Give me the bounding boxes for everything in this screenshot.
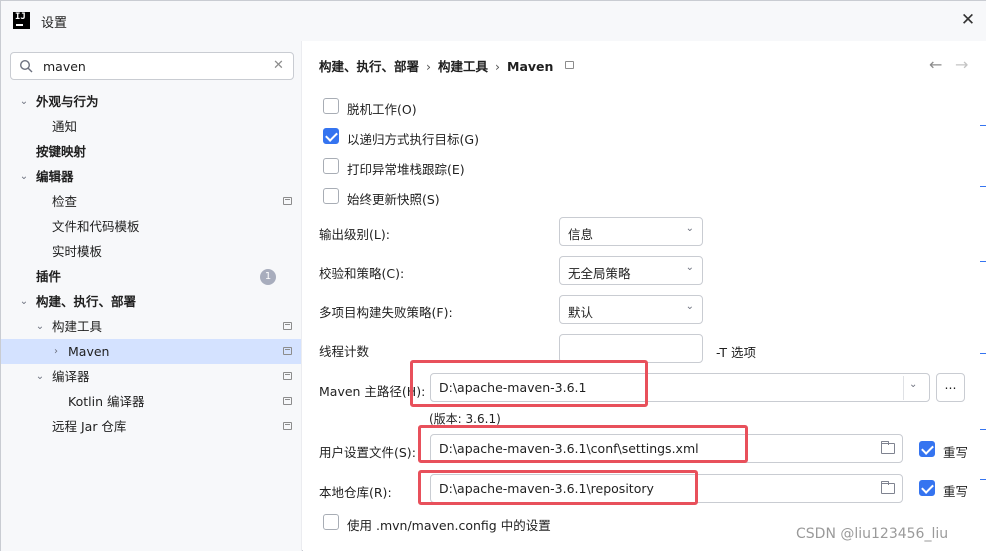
thread-count-input[interactable] <box>559 334 703 363</box>
chevron-down-icon[interactable]: ⌄ <box>909 379 917 390</box>
search-input[interactable]: maven ✕ <box>10 52 294 80</box>
tree-item-notifications[interactable]: 通知 <box>1 114 301 139</box>
watermark: CSDN @liu123456_liu <box>796 526 949 542</box>
settings-window: IJ 设置 ✕ maven ✕ ⌄ 外观与行为 通知 按键映射 ⌄ 编辑器 检查 <box>0 0 986 551</box>
highlight-box <box>418 470 698 505</box>
chevron-down-icon[interactable]: ⌄ <box>33 364 47 389</box>
chevron-down-icon: ⌄ <box>685 223 694 234</box>
chevron-right-icon[interactable]: › <box>49 339 63 364</box>
search-value: maven <box>43 59 86 74</box>
app-logo-icon: IJ <box>13 12 30 29</box>
highlight-box <box>410 360 648 407</box>
tree-item-editor[interactable]: ⌄ 编辑器 <box>1 164 301 189</box>
tree-item-appearance[interactable]: ⌄ 外观与行为 <box>1 89 301 114</box>
project-level-icon <box>283 322 292 330</box>
thread-count-label: 线程计数 <box>319 344 370 359</box>
project-level-icon <box>565 61 574 69</box>
tree-item-file-templates[interactable]: 文件和代码模板 <box>1 214 301 239</box>
tree-item-remote-jar[interactable]: 远程 Jar 仓库 <box>1 414 301 439</box>
checkbox-box[interactable] <box>323 128 339 144</box>
folder-icon[interactable] <box>881 441 895 454</box>
project-level-icon <box>283 372 292 380</box>
chevron-down-icon[interactable]: ⌄ <box>33 314 47 339</box>
title-bar: IJ 设置 ✕ <box>1 1 986 41</box>
checkbox-box[interactable] <box>919 441 935 457</box>
tree-item-plugins[interactable]: 插件 1 <box>1 264 301 289</box>
folder-icon[interactable] <box>881 481 895 494</box>
chevron-down-icon[interactable]: ⌄ <box>17 89 31 114</box>
fail-policy-select[interactable]: 默认 ⌄ <box>559 295 703 324</box>
breadcrumb: 构建、执行、部署 › 构建工具 › Maven <box>319 59 554 74</box>
search-icon <box>19 59 33 73</box>
clear-icon[interactable]: ✕ <box>273 58 284 73</box>
project-level-icon <box>283 422 292 430</box>
checkbox-box[interactable] <box>323 98 339 114</box>
settings-content: 构建、执行、部署 › 构建工具 › Maven ← → 脱机工作(O) 以递归方式执行目… <box>303 41 986 551</box>
checkbox-box[interactable] <box>323 514 339 530</box>
forward-arrow-icon[interactable]: → <box>955 55 968 74</box>
checkbox-box[interactable] <box>323 158 339 174</box>
tree-item-kotlin-compiler[interactable]: Kotlin 编译器 <box>1 389 301 414</box>
local-repo-label: 本地仓库(R): <box>319 485 392 500</box>
fail-policy-label: 多项目构建失败策略(F): <box>319 305 453 320</box>
tree-item-inspections[interactable]: 检查 <box>1 189 301 214</box>
checkbox-box[interactable] <box>323 188 339 204</box>
tree-item-maven[interactable]: › Maven <box>1 339 301 364</box>
back-arrow-icon[interactable]: ← <box>929 55 942 74</box>
checksum-select[interactable]: 无全局策略 ⌄ <box>559 256 703 285</box>
tree-item-build-tools[interactable]: ⌄ 构建工具 <box>1 314 301 339</box>
chevron-down-icon[interactable]: ⌄ <box>17 164 31 189</box>
highlight-box <box>418 425 748 463</box>
checksum-label: 校验和策略(C): <box>319 266 405 281</box>
project-level-icon <box>283 347 292 355</box>
thread-count-hint: -T 选项 <box>716 345 756 360</box>
chevron-down-icon[interactable]: ⌄ <box>17 289 31 314</box>
tree-item-live-templates[interactable]: 实时模板 <box>1 239 301 264</box>
chevron-down-icon: ⌄ <box>685 301 694 312</box>
checkbox-box[interactable] <box>919 480 935 496</box>
browse-maven-home-button[interactable]: ... <box>936 373 965 402</box>
project-level-icon <box>283 197 292 205</box>
tree-item-build[interactable]: ⌄ 构建、执行、部署 <box>1 289 301 314</box>
tree-item-compiler[interactable]: ⌄ 编译器 <box>1 364 301 389</box>
chevron-down-icon: ⌄ <box>685 262 694 273</box>
window-title: 设置 <box>41 16 68 31</box>
project-level-icon <box>283 397 292 405</box>
output-level-select[interactable]: 信息 ⌄ <box>559 217 703 246</box>
user-settings-label: 用户设置文件(S): <box>319 445 416 460</box>
output-level-label: 输出级别(L): <box>319 227 390 242</box>
plugins-update-badge: 1 <box>260 269 276 285</box>
tree-item-keymap[interactable]: 按键映射 <box>1 139 301 164</box>
settings-sidebar: maven ✕ ⌄ 外观与行为 通知 按键映射 ⌄ 编辑器 检查 文件和代码模板… <box>1 41 302 551</box>
close-icon[interactable]: ✕ <box>959 11 977 29</box>
